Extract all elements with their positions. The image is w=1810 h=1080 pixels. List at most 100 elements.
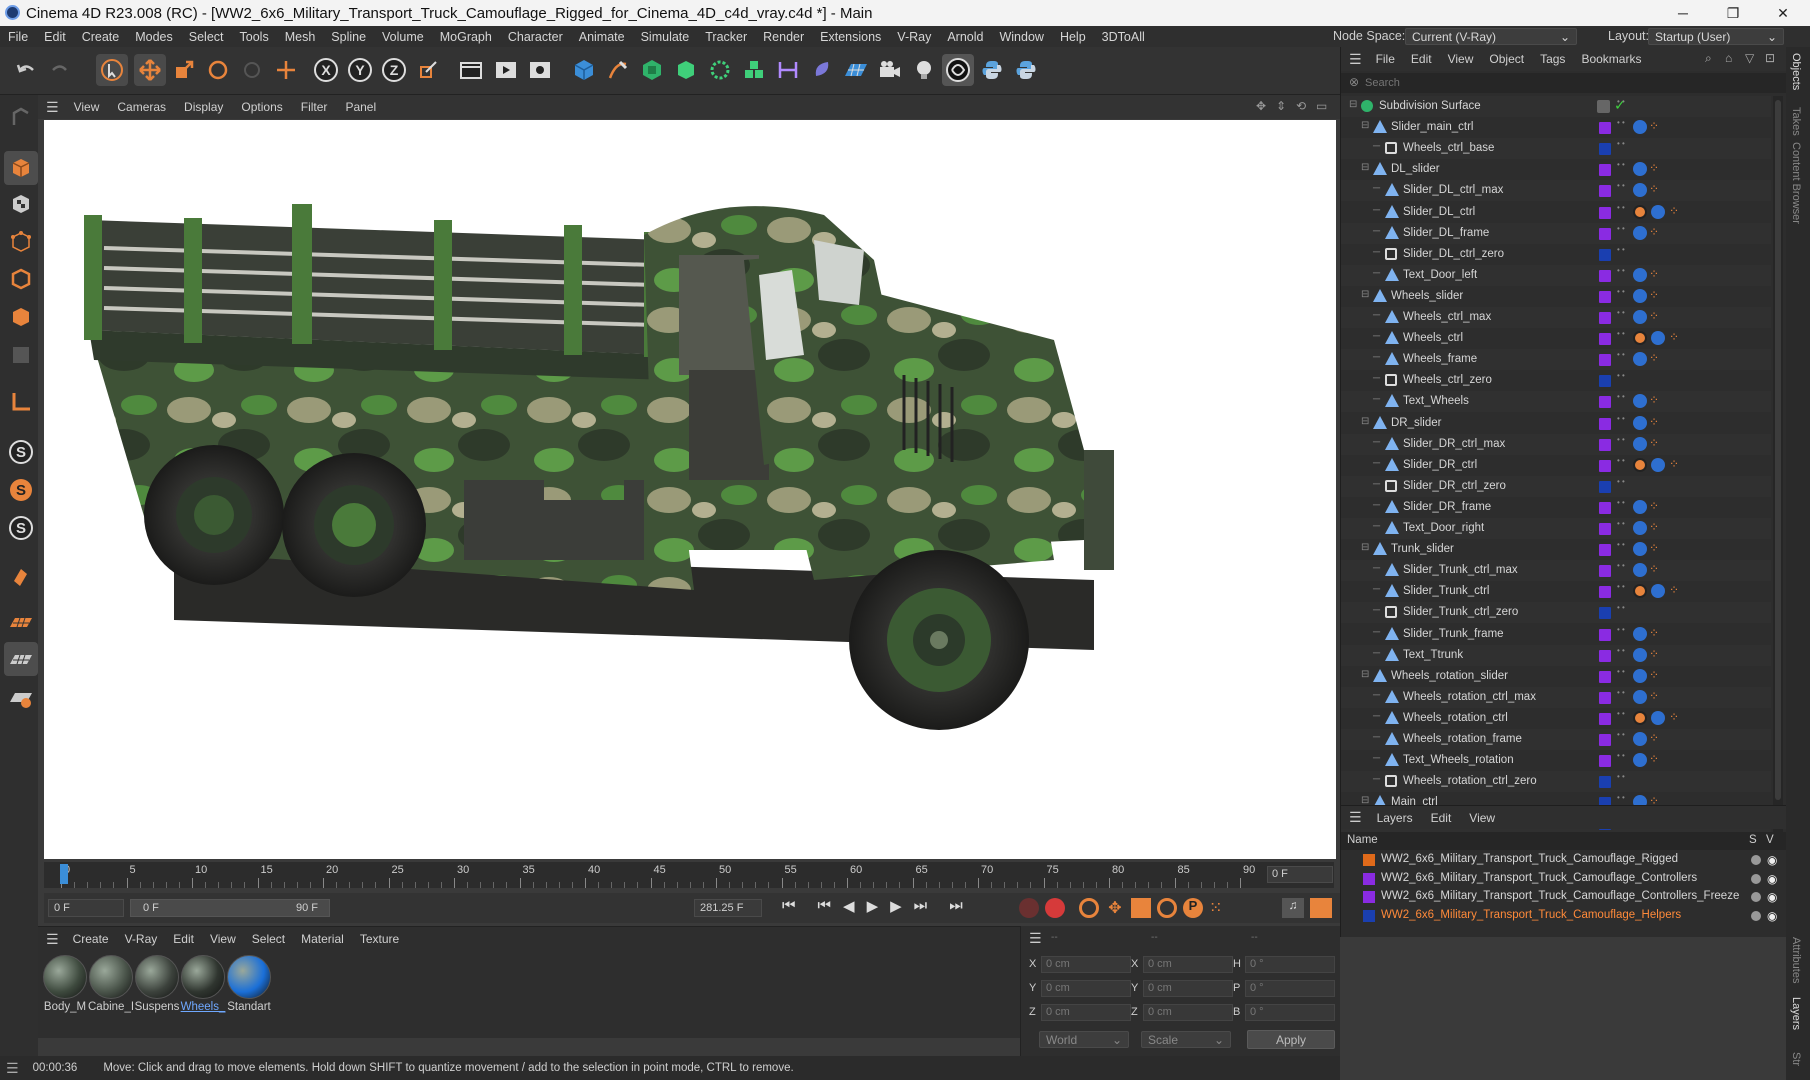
maximize-button[interactable]: ❐ (1710, 0, 1756, 26)
layers-menu-edit[interactable]: Edit (1422, 811, 1461, 825)
menu-simulate[interactable]: Simulate (633, 30, 698, 44)
layer-color-swatch[interactable] (1599, 290, 1611, 303)
constraint-tag-icon[interactable]: ⁘ (1649, 415, 1659, 429)
constraint-tag-icon[interactable]: ⁘ (1649, 309, 1659, 323)
menu-mesh[interactable]: Mesh (277, 30, 324, 44)
display-tag-icon[interactable] (1633, 499, 1647, 514)
display-tag-icon[interactable] (1633, 647, 1647, 662)
layer-color-swatch[interactable] (1599, 227, 1611, 240)
expand-toggle-icon[interactable]: ⊟ (1361, 162, 1369, 173)
go-to-end-icon[interactable]: ⏭ (949, 897, 963, 915)
expand-toggle-icon[interactable]: ⊟ (1361, 416, 1369, 427)
menu-tracker[interactable]: Tracker (697, 30, 755, 44)
coord-rotation-field[interactable]: 0 ° (1245, 980, 1335, 997)
visibility-dots-icon[interactable]: • • (1617, 245, 1625, 261)
material-swatch[interactable]: Cabine_I (88, 955, 134, 1013)
solo-toggle-icon[interactable] (1751, 873, 1761, 884)
previous-key-icon[interactable]: ⏮ (818, 897, 832, 915)
visibility-dots-icon[interactable]: • • (1617, 625, 1625, 641)
menu-mograph[interactable]: MoGraph (432, 30, 500, 44)
material-menu-view[interactable]: View (202, 932, 244, 946)
object-row[interactable]: ─ Slider_DL_ctrl_zero • • (1341, 244, 1771, 265)
snap-icon[interactable]: S (4, 435, 38, 469)
layer-color-swatch[interactable] (1599, 438, 1611, 451)
node-space-dropdown[interactable]: Current (V-Ray) ⌄ (1405, 28, 1577, 45)
tweak-icon[interactable] (4, 560, 38, 594)
field-icon[interactable] (806, 54, 838, 86)
new-window-icon[interactable]: ⊡ (1765, 51, 1775, 65)
layer-color-swatch[interactable] (1599, 734, 1611, 746)
material-menu-select[interactable]: Select (244, 932, 293, 946)
object-row[interactable]: ─ Wheels_ctrl • • ⁘ (1341, 328, 1771, 349)
object-row[interactable]: ─ Slider_Trunk_ctrl_max • • ⁘ (1341, 560, 1771, 582)
display-tag-icon[interactable] (1633, 288, 1647, 303)
enabled-check-icon[interactable]: ✓ (1614, 97, 1626, 114)
display-tag-icon[interactable] (1651, 331, 1665, 346)
cube-object-icon[interactable] (568, 54, 600, 86)
constraint-tag-icon[interactable]: ⁘ (1649, 689, 1659, 703)
point-mode-icon[interactable] (4, 225, 38, 259)
layer-color-swatch[interactable] (1599, 649, 1611, 662)
constraint-tag-icon[interactable]: ⁘ (1649, 541, 1659, 555)
object-row[interactable]: ─ Slider_DR_ctrl_zero • • (1341, 475, 1771, 497)
layer-color-swatch[interactable] (1363, 909, 1375, 922)
constraint-tag-icon[interactable]: ⁘ (1649, 562, 1659, 576)
object-row[interactable]: ⊟ Slider_main_ctrl • • ⁘ (1341, 117, 1771, 138)
minimize-button[interactable]: ─ (1660, 0, 1706, 26)
current-frame-field[interactable]: 0 F (1267, 866, 1333, 883)
expand-toggle-icon[interactable]: ─ (1373, 394, 1380, 405)
viewport-menu-filter[interactable]: Filter (292, 100, 337, 114)
display-tag-icon[interactable] (1633, 732, 1647, 746)
visibility-eye-icon[interactable]: ◉ (1767, 890, 1777, 904)
layer-color-swatch[interactable] (1599, 607, 1611, 620)
expand-toggle-icon[interactable]: ─ (1373, 479, 1380, 490)
model-mode-icon[interactable] (4, 100, 38, 134)
layer-row[interactable]: WW2_6x6_Military_Transport_Truck_Camoufl… (1341, 888, 1787, 906)
expand-toggle-icon[interactable]: ─ (1373, 753, 1380, 764)
recent-tool-icon[interactable] (236, 54, 268, 86)
python-script-2-icon[interactable] (1010, 54, 1042, 86)
visibility-dots-icon[interactable]: • • (1617, 140, 1625, 155)
visibility-dots-icon[interactable]: • • (1617, 709, 1625, 725)
material-menu-texture[interactable]: Texture (352, 932, 407, 946)
expand-toggle-icon[interactable]: ⊟ (1361, 542, 1369, 553)
layer-color-swatch[interactable] (1599, 755, 1611, 768)
visibility-eye-icon[interactable]: ◉ (1767, 853, 1777, 867)
transform-tool-icon[interactable] (270, 54, 302, 86)
visibility-dots-icon[interactable]: • • (1617, 182, 1625, 197)
scale-tool-icon[interactable] (168, 54, 200, 86)
layer-row[interactable]: WW2_6x6_Military_Transport_Truck_Camoufl… (1341, 851, 1787, 869)
object-menu-edit[interactable]: Edit (1403, 52, 1440, 66)
expand-toggle-icon[interactable]: ─ (1373, 648, 1380, 659)
start-frame-field[interactable]: 0 F (48, 899, 124, 917)
constraint-tag-icon[interactable]: ⁘ (1669, 204, 1679, 218)
display-tag-icon[interactable] (1633, 183, 1647, 198)
camera-icon[interactable] (874, 54, 906, 86)
layer-color-swatch[interactable] (1599, 565, 1611, 578)
next-key-icon[interactable]: ⏭ (914, 897, 928, 915)
object-row[interactable]: ─ Wheels_ctrl_zero • • (1341, 370, 1771, 391)
viewport-maximize-icon[interactable]: ▭ (1316, 99, 1327, 113)
apply-button[interactable]: Apply (1247, 1030, 1335, 1049)
viewport-rotate-icon[interactable]: ⟲ (1296, 99, 1306, 113)
light-icon[interactable] (908, 54, 940, 86)
hamburger-icon[interactable]: ☰ (1349, 51, 1362, 68)
display-tag-icon[interactable] (1633, 563, 1647, 578)
side-tab-content-browser[interactable]: Content Browser (1790, 142, 1802, 224)
viewport-pan-icon[interactable]: ⇕ (1276, 99, 1286, 113)
visibility-dots-icon[interactable]: • • (1617, 752, 1625, 767)
display-tag-icon[interactable] (1633, 162, 1647, 177)
viewport-menu-options[interactable]: Options (232, 100, 291, 114)
visibility-dots-icon[interactable]: • • (1617, 604, 1625, 619)
visibility-dots-icon[interactable]: • • (1617, 266, 1625, 282)
menu-character[interactable]: Character (500, 30, 571, 44)
key-parameter-icon[interactable]: P (1183, 898, 1203, 918)
object-menu-file[interactable]: File (1368, 52, 1403, 66)
coord-size-field[interactable]: 0 cm (1143, 1004, 1233, 1021)
side-tab-layers[interactable]: Layers (1790, 997, 1802, 1030)
expand-toggle-icon[interactable]: ─ (1373, 141, 1380, 152)
visibility-dots-icon[interactable]: • • (1617, 161, 1625, 176)
visibility-dots-icon[interactable]: • • (1617, 646, 1625, 662)
timeline-layout-icon[interactable] (1310, 898, 1332, 918)
visibility-dots-icon[interactable]: • • (1617, 667, 1625, 683)
